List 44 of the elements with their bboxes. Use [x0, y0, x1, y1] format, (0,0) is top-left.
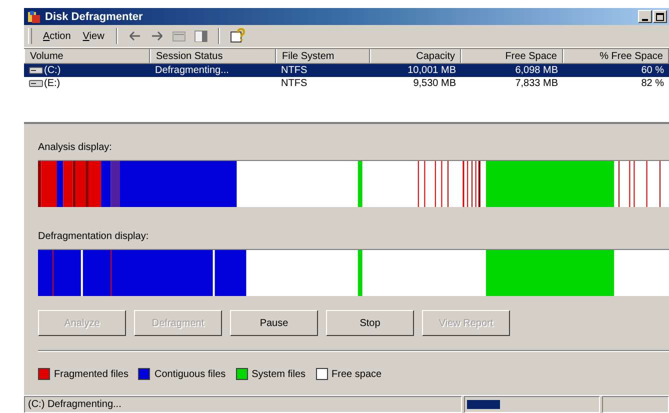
maximize-button[interactable]: [653, 10, 667, 23]
table-cell: 82 %: [641, 78, 664, 89]
volume-row[interactable]: (C:) Defragmenting... NTFS 10,001 MB 6,098 MB 60 %: [24, 64, 669, 77]
legend-label: Free space: [332, 368, 382, 380]
panel-icon: [194, 30, 208, 42]
action-button[interactable]: Pause: [230, 310, 318, 336]
forward-arrow-icon: [150, 30, 164, 42]
table-cell: 7,833 MB: [515, 78, 558, 89]
table-cell: Defragmenting...: [155, 65, 229, 76]
table-cell: NTFS: [281, 65, 308, 76]
table-cell: 6,098 MB: [515, 65, 558, 76]
status-text: (C:) Defragmenting...: [24, 396, 462, 413]
status-panel: [602, 396, 669, 413]
minimize-button[interactable]: [638, 10, 652, 23]
window-title: Disk Defragmenter: [45, 10, 143, 22]
back-arrow-icon: [128, 30, 142, 42]
display-label: Analysis display:: [38, 142, 113, 155]
drive-icon: [29, 79, 43, 88]
display-label: Defragmentation display:: [38, 231, 150, 244]
action-button[interactable]: Stop: [326, 310, 414, 336]
column-header[interactable]: File System: [276, 49, 370, 63]
drive-icon: [29, 66, 43, 75]
column-header[interactable]: Free Space: [461, 49, 563, 63]
app-icon: [27, 10, 41, 24]
table-cell: (E:): [44, 78, 60, 89]
legend-label: Contiguous files: [154, 368, 226, 380]
column-header[interactable]: Volume: [24, 49, 150, 63]
column-header[interactable]: Capacity: [370, 49, 461, 63]
legend-label: System files: [252, 368, 306, 380]
table-cell: 10,001 MB: [408, 65, 456, 76]
maximize-icon: [656, 12, 664, 20]
column-header[interactable]: % Free Space: [563, 49, 669, 63]
volume-row[interactable]: (E:) NTFS 9,530 MB 7,833 MB 82 %: [24, 77, 669, 90]
column-header[interactable]: Session Status: [150, 49, 276, 63]
help-icon: [230, 28, 246, 44]
table-cell: (C:): [44, 65, 61, 76]
menu-item[interactable]: View: [76, 28, 110, 44]
folder-icon: [172, 30, 186, 42]
menu-item[interactable]: Action: [37, 28, 77, 44]
table-cell: NTFS: [281, 78, 308, 89]
table-cell: 9,530 MB: [413, 78, 456, 89]
legend-label: Fragmented files: [54, 368, 128, 380]
table-cell: 60 %: [641, 65, 664, 76]
minimize-icon: [642, 18, 648, 20]
